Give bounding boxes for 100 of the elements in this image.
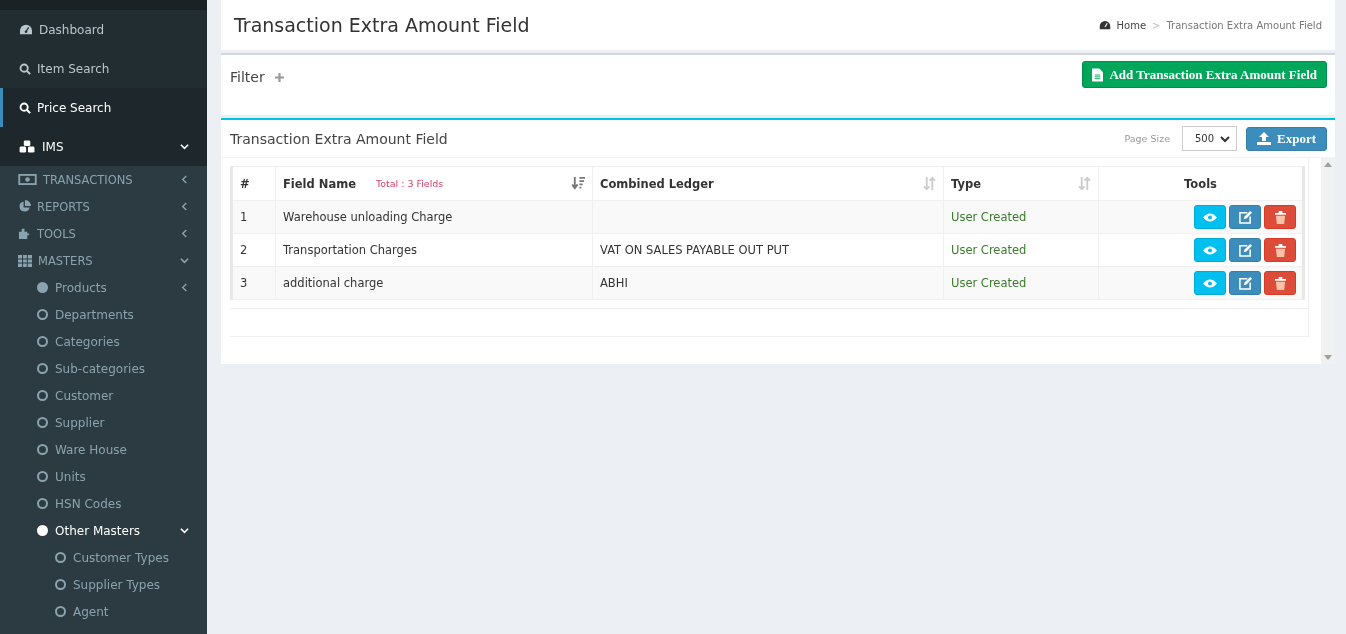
trash-icon bbox=[1274, 276, 1286, 290]
document-icon bbox=[1092, 67, 1104, 82]
column-header: Tools bbox=[1098, 166, 1304, 201]
sidebar-item[interactable]: Products bbox=[0, 274, 207, 301]
sidebar-item[interactable]: Dashboard bbox=[0, 10, 207, 49]
trash-icon bbox=[1274, 210, 1286, 224]
breadcrumb-separator: > bbox=[1152, 19, 1161, 31]
circle-icon bbox=[37, 336, 48, 347]
delete-button[interactable] bbox=[1264, 238, 1296, 262]
sidebar-item[interactable]: IMS bbox=[0, 127, 207, 166]
total-count: Total : 3 Fields bbox=[375, 178, 445, 189]
edit-icon bbox=[1238, 210, 1252, 224]
puzzle-icon bbox=[18, 227, 31, 240]
sidebar-item[interactable]: TRANSACTIONS bbox=[0, 166, 207, 193]
column-header[interactable]: Type bbox=[943, 166, 1099, 201]
sidebar-item[interactable]: HSN Codes bbox=[0, 490, 207, 517]
upload-icon bbox=[1257, 132, 1271, 145]
column-header[interactable]: Field Name Total : 3 Fields bbox=[275, 166, 593, 201]
circle-icon bbox=[37, 309, 48, 320]
chevron-left-icon bbox=[180, 283, 189, 292]
table-cell: 2 bbox=[231, 233, 276, 267]
table-cell: VAT ON SALES PAYABLE OUT PUT bbox=[592, 233, 944, 267]
circle-icon bbox=[37, 417, 48, 428]
column-header: # bbox=[231, 166, 276, 201]
sidebar-item[interactable]: Agent bbox=[0, 598, 207, 625]
sidebar-item[interactable]: REPORTS bbox=[0, 193, 207, 220]
page-size-label: Page Size bbox=[1124, 133, 1170, 144]
dashboard-icon bbox=[1098, 19, 1111, 31]
delete-button[interactable] bbox=[1264, 205, 1296, 229]
chevron-down-icon bbox=[180, 142, 189, 151]
sidebar-item[interactable]: MASTERS bbox=[0, 247, 207, 274]
table-cell: User Created bbox=[943, 266, 1099, 300]
sidebar-item[interactable]: Categories bbox=[0, 328, 207, 355]
table-cell: 1 bbox=[231, 200, 276, 234]
edit-icon bbox=[1238, 276, 1252, 290]
chevron-left-icon bbox=[180, 202, 189, 211]
circle-icon bbox=[37, 471, 48, 482]
table-cell: Transportation Charges bbox=[275, 233, 593, 267]
edit-icon bbox=[1238, 243, 1252, 257]
eye-icon bbox=[1203, 212, 1217, 222]
chevron-left-icon bbox=[180, 229, 189, 238]
table-cell: ABHI bbox=[592, 266, 944, 300]
cubes-icon bbox=[19, 140, 36, 153]
sidebar-item[interactable]: Supplier Types bbox=[0, 571, 207, 598]
circle-icon bbox=[37, 390, 48, 401]
chevron-down-icon bbox=[180, 526, 189, 535]
sidebar-item[interactable]: Ware House bbox=[0, 436, 207, 463]
eye-icon bbox=[1203, 278, 1217, 288]
eye-icon bbox=[1203, 245, 1217, 255]
filled-circle-icon bbox=[37, 282, 48, 293]
circle-icon bbox=[55, 552, 66, 563]
sidebar-item[interactable]: Departments bbox=[0, 301, 207, 328]
delete-button[interactable] bbox=[1264, 271, 1296, 295]
breadcrumb-link[interactable]: Home bbox=[1116, 19, 1147, 31]
sidebar-item[interactable]: TOOLS bbox=[0, 220, 207, 247]
sidebar-item[interactable]: Item Search bbox=[0, 49, 207, 88]
edit-button[interactable] bbox=[1229, 238, 1261, 262]
sidebar-item[interactable]: Price Search bbox=[0, 88, 207, 127]
circle-icon bbox=[55, 606, 66, 617]
banknote-icon bbox=[18, 174, 37, 185]
panel-title: Transaction Extra Amount Field bbox=[230, 130, 449, 147]
edit-button[interactable] bbox=[1229, 205, 1261, 229]
sort-icon bbox=[1078, 177, 1091, 190]
table-cell: User Created bbox=[943, 233, 1099, 267]
sidebar-item[interactable]: Other Masters bbox=[0, 517, 207, 544]
add-field-button[interactable]: Add Transaction Extra Amount Field bbox=[1082, 61, 1327, 88]
sidebar-item[interactable]: Units bbox=[0, 463, 207, 490]
table-cell: 3 bbox=[231, 266, 276, 300]
table-cell: additional charge bbox=[275, 266, 593, 300]
page-size-select[interactable]: 500 bbox=[1182, 126, 1237, 151]
circle-icon bbox=[55, 579, 66, 590]
table-cell: Warehouse unloading Charge bbox=[275, 200, 593, 234]
export-button[interactable]: Export bbox=[1246, 126, 1327, 151]
sidebar-item[interactable]: Sub-categories bbox=[0, 355, 207, 382]
scroll-down-icon[interactable] bbox=[1324, 355, 1332, 360]
circle-icon bbox=[37, 444, 48, 455]
sidebar-item[interactable]: Customer bbox=[0, 382, 207, 409]
circle-icon bbox=[37, 498, 48, 509]
view-button[interactable] bbox=[1194, 205, 1226, 229]
view-button[interactable] bbox=[1194, 238, 1226, 262]
sidebar-item[interactable]: Customer Types bbox=[0, 544, 207, 571]
sidebar-item[interactable]: Supplier bbox=[0, 409, 207, 436]
grid-icon bbox=[18, 254, 32, 267]
trash-icon bbox=[1274, 243, 1286, 257]
sort-descending-icon bbox=[572, 177, 585, 190]
edit-button[interactable] bbox=[1229, 271, 1261, 295]
chevron-down-icon bbox=[1220, 133, 1230, 144]
page-title: Transaction Extra Amount Field bbox=[234, 14, 530, 36]
column-header[interactable]: Combined Ledger bbox=[592, 166, 944, 201]
sort-icon bbox=[923, 177, 936, 190]
breadcrumb-link[interactable]: Transaction Extra Amount Field bbox=[1166, 19, 1322, 31]
scroll-up-icon[interactable] bbox=[1324, 162, 1332, 167]
filled-circle-icon bbox=[37, 525, 48, 536]
search-icon bbox=[19, 101, 31, 114]
filter-title: Filter bbox=[230, 69, 265, 85]
chevron-left-icon bbox=[180, 175, 189, 184]
scrollbar[interactable] bbox=[1321, 158, 1335, 364]
circle-icon bbox=[37, 363, 48, 374]
view-button[interactable] bbox=[1194, 271, 1226, 295]
plus-icon[interactable] bbox=[274, 72, 284, 82]
